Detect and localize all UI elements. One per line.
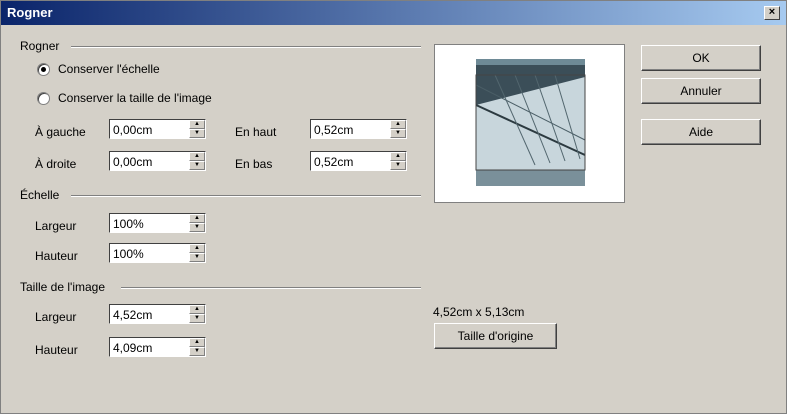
spin-down-icon[interactable]: ▼ bbox=[189, 253, 205, 262]
image-preview bbox=[434, 44, 625, 203]
size-height-label: Hauteur bbox=[35, 343, 78, 357]
size-width-value[interactable]: 4,52cm bbox=[113, 308, 152, 322]
bottom-label: En bas bbox=[235, 157, 273, 171]
original-size-button[interactable]: Taille d'origine bbox=[434, 323, 557, 349]
spin-up-icon[interactable]: ▲ bbox=[390, 152, 406, 161]
right-value[interactable]: 0,00cm bbox=[113, 155, 152, 169]
spin-up-icon[interactable]: ▲ bbox=[189, 338, 205, 347]
separator bbox=[121, 287, 421, 289]
scale-group-label: Échelle bbox=[20, 188, 60, 202]
scale-width-value[interactable]: 100% bbox=[113, 217, 144, 231]
right-label: À droite bbox=[35, 157, 77, 171]
size-group-label: Taille de l'image bbox=[20, 280, 106, 294]
top-value[interactable]: 0,52cm bbox=[314, 123, 353, 137]
cancel-button[interactable]: Annuler bbox=[641, 78, 761, 104]
spin-up-icon[interactable]: ▲ bbox=[189, 120, 205, 129]
keep-size-radio[interactable] bbox=[37, 92, 50, 105]
spin-down-icon[interactable]: ▼ bbox=[390, 129, 406, 138]
spin-down-icon[interactable]: ▼ bbox=[189, 161, 205, 170]
help-button[interactable]: Aide bbox=[641, 119, 761, 145]
spin-down-icon[interactable]: ▼ bbox=[189, 223, 205, 232]
scale-width-label: Largeur bbox=[35, 219, 77, 233]
left-label: À gauche bbox=[35, 125, 86, 139]
spin-down-icon[interactable]: ▼ bbox=[189, 129, 205, 138]
size-height-value[interactable]: 4,09cm bbox=[113, 341, 152, 355]
dialog-title: Rogner bbox=[7, 5, 53, 20]
keep-scale-label[interactable]: Conserver l'échelle bbox=[58, 62, 160, 76]
scale-height-value[interactable]: 100% bbox=[113, 247, 144, 261]
crop-dialog: Rogner × Rogner Conserver l'échelle Cons… bbox=[0, 0, 787, 414]
bottom-spinbox[interactable]: 0,52cm ▲ ▼ bbox=[310, 151, 407, 171]
left-spinbox[interactable]: 0,00cm ▲ ▼ bbox=[109, 119, 206, 139]
right-spinbox[interactable]: 0,00cm ▲ ▼ bbox=[109, 151, 206, 171]
spin-up-icon[interactable]: ▲ bbox=[189, 152, 205, 161]
spin-down-icon[interactable]: ▼ bbox=[189, 314, 205, 323]
top-label: En haut bbox=[235, 125, 277, 139]
bottom-value[interactable]: 0,52cm bbox=[314, 155, 353, 169]
size-width-spinbox[interactable]: 4,52cm ▲ ▼ bbox=[109, 304, 206, 324]
spin-up-icon[interactable]: ▲ bbox=[189, 305, 205, 314]
separator bbox=[71, 46, 421, 48]
title-bar: Rogner × bbox=[1, 1, 786, 25]
close-icon: × bbox=[768, 6, 776, 18]
spin-up-icon[interactable]: ▲ bbox=[189, 214, 205, 223]
crop-group-label: Rogner bbox=[20, 39, 60, 53]
spin-up-icon[interactable]: ▲ bbox=[189, 244, 205, 253]
scale-height-label: Hauteur bbox=[35, 249, 78, 263]
size-height-spinbox[interactable]: 4,09cm ▲ ▼ bbox=[109, 337, 206, 357]
size-width-label: Largeur bbox=[35, 310, 77, 324]
original-dimensions: 4,52cm x 5,13cm bbox=[433, 305, 525, 319]
spin-down-icon[interactable]: ▼ bbox=[390, 161, 406, 170]
separator bbox=[71, 195, 421, 197]
keep-size-label[interactable]: Conserver la taille de l'image bbox=[58, 91, 212, 105]
scale-width-spinbox[interactable]: 100% ▲ ▼ bbox=[109, 213, 206, 233]
top-spinbox[interactable]: 0,52cm ▲ ▼ bbox=[310, 119, 407, 139]
spin-up-icon[interactable]: ▲ bbox=[390, 120, 406, 129]
keep-scale-radio[interactable] bbox=[37, 63, 50, 76]
bridge-image bbox=[475, 59, 586, 186]
ok-button[interactable]: OK bbox=[641, 45, 761, 71]
scale-height-spinbox[interactable]: 100% ▲ ▼ bbox=[109, 243, 206, 263]
close-button[interactable]: × bbox=[764, 6, 780, 20]
left-value[interactable]: 0,00cm bbox=[113, 123, 152, 137]
spin-down-icon[interactable]: ▼ bbox=[189, 347, 205, 356]
